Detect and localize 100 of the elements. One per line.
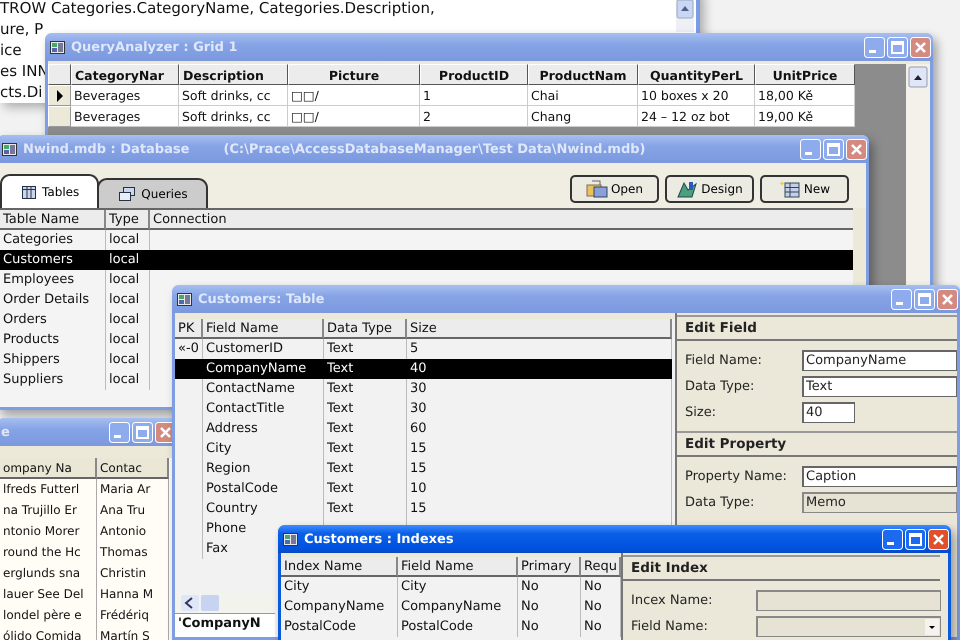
column-header[interactable]: Connection (150, 210, 853, 230)
table-cell: Region (203, 459, 324, 479)
minimize-button[interactable] (800, 138, 821, 160)
column-header[interactable]: Field Name (203, 319, 324, 339)
table-cell: City (281, 577, 398, 597)
table-cell: Soft drinks, cc (179, 85, 288, 106)
field-label: Data Type: (685, 494, 756, 510)
input-field[interactable]: 40 (802, 402, 855, 422)
input-field[interactable]: Caption (802, 466, 957, 486)
tab[interactable]: Tables (0, 174, 100, 208)
table-cell: local (106, 350, 150, 370)
field-label: Data Type: (685, 378, 756, 394)
column-header[interactable]: Requ (581, 557, 621, 577)
maximize-button[interactable] (914, 288, 935, 310)
column-header[interactable]: Table Name (0, 210, 106, 230)
field-label: Field Name: (631, 618, 709, 634)
table-cell: Martín S (97, 626, 169, 640)
minimize-button[interactable] (864, 36, 885, 58)
column-header[interactable]: Index Name (281, 557, 398, 577)
table-cell: 60 (407, 419, 672, 439)
table-cell: 15 (407, 439, 672, 459)
table-cell: local (106, 370, 150, 390)
column-header[interactable]: Picture (288, 64, 420, 85)
maximize-button[interactable] (823, 138, 844, 160)
table-cell: Chai (528, 85, 638, 106)
column-header[interactable]: Type (106, 210, 150, 230)
table-cell: ntonio Morer (0, 521, 97, 542)
row-selector[interactable] (48, 85, 71, 106)
table-cell: Text (324, 479, 407, 499)
table-cell: □□/ (288, 106, 420, 127)
toolbar-button[interactable]: Design (665, 175, 754, 203)
table-cell: PostalCode (281, 617, 398, 637)
input-field[interactable]: Memo (802, 492, 957, 512)
column-header[interactable]: ProductID (420, 64, 528, 85)
table-cell: local (106, 290, 150, 310)
table-cell: Text (324, 419, 407, 439)
minimize-button[interactable] (109, 422, 130, 442)
table-cell: Text (324, 499, 407, 519)
minimize-button[interactable] (891, 288, 912, 310)
tab[interactable]: Queries (97, 178, 208, 208)
status-field[interactable]: 'CompanyN (175, 613, 275, 637)
table-cell: Text (324, 459, 407, 479)
column-header[interactable]: QuantityPerL (638, 64, 755, 85)
field-label: Size: (685, 404, 718, 420)
table-cell: na Trujillo Er (0, 500, 97, 521)
column-header[interactable]: Data Type (324, 319, 407, 339)
column-header[interactable]: Size (407, 319, 672, 339)
toolbar-button[interactable]: Open (570, 175, 659, 203)
table-cell: Orders (0, 310, 106, 330)
column-header[interactable]: Field Name (398, 557, 518, 577)
code-line: ure, P (0, 19, 44, 40)
section-heading: Edit Property (677, 431, 957, 457)
table-cell: 40 (407, 359, 672, 379)
toolbar-button[interactable]: New (760, 175, 849, 203)
table-cell: Text (324, 359, 407, 379)
table-cell: lauer See Del (0, 584, 97, 605)
column-header[interactable]: ProductNam (528, 64, 638, 85)
column-header[interactable]: Description (179, 64, 288, 85)
window-icon (2, 142, 17, 156)
field-label: Field Name: (685, 352, 763, 368)
table-cell: City (203, 439, 324, 459)
maximize-button[interactable] (905, 528, 926, 550)
table-cell: 18,00 Kě (755, 85, 855, 106)
maximize-button[interactable] (887, 36, 908, 58)
input-field[interactable]: CompanyName (802, 350, 957, 370)
column-header[interactable]: CategoryNar (71, 64, 179, 85)
input-field[interactable] (756, 590, 941, 610)
table-icon (22, 186, 36, 198)
selected-row[interactable]: CompanyName Text 40 (175, 359, 672, 379)
close-button[interactable] (928, 528, 949, 550)
windows-icon (119, 187, 136, 201)
table-cell: ContactName (203, 379, 324, 399)
section-heading: Edit Index (623, 555, 940, 581)
close-button[interactable] (846, 138, 867, 160)
table-cell: Chang (528, 106, 638, 127)
close-button[interactable] (937, 288, 958, 310)
window-title: Customers: Table (198, 292, 324, 306)
table-cell: Thomas (97, 542, 169, 563)
column-header[interactable]: Contac (97, 458, 169, 479)
section-heading: Edit Field (677, 315, 957, 341)
table-cell: City (398, 577, 518, 597)
window-title: Nwind.mdb : Database (23, 142, 190, 156)
table-cell: Soft drinks, cc (179, 106, 288, 127)
table-cell: 1 (420, 85, 528, 106)
minimize-button[interactable] (882, 528, 903, 550)
column-header[interactable]: UnitPrice (755, 64, 855, 85)
table-cell: local (106, 250, 150, 270)
input-field[interactable]: Text (802, 376, 957, 396)
maximize-button[interactable] (132, 422, 153, 442)
table-cell: Suppliers (0, 370, 106, 390)
table-cell: Beverages (71, 106, 179, 127)
table-cell: Beverages (71, 85, 179, 106)
table-cell: 30 (407, 399, 672, 419)
table-cell: Hanna M (97, 584, 169, 605)
column-header[interactable]: ompany Na (0, 458, 97, 479)
table-cell: Products (0, 330, 106, 350)
column-header[interactable]: Primary (518, 557, 581, 577)
close-button[interactable] (910, 36, 931, 58)
selected-row[interactable]: Customers local (0, 250, 853, 270)
column-header[interactable]: PK (175, 319, 203, 339)
